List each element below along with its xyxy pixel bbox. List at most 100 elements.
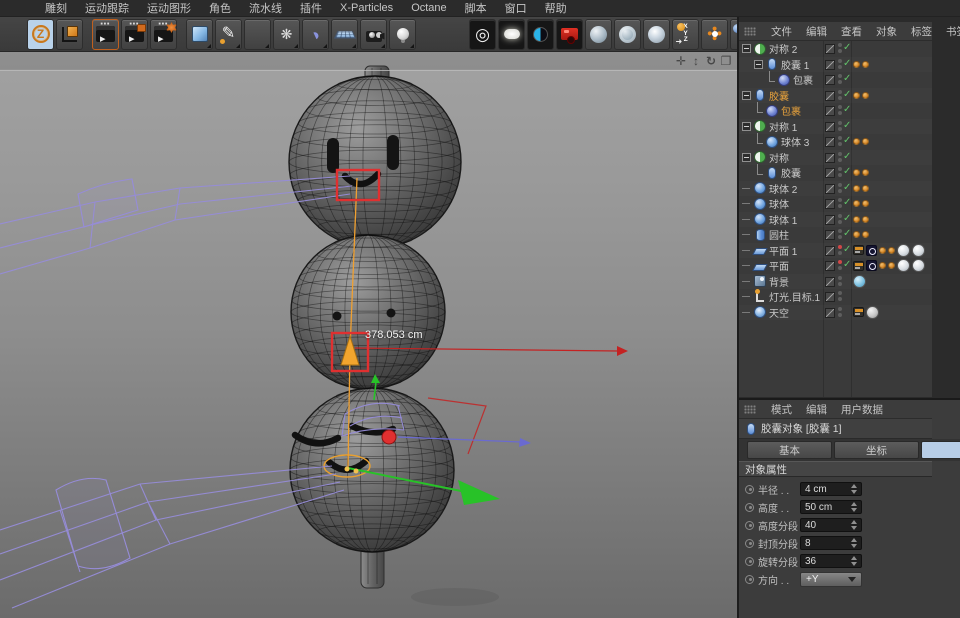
layer-color-square[interactable] [825,199,835,209]
phong-tag[interactable] [853,92,860,99]
keyframe-circle-icon[interactable] [745,503,754,512]
phong-tag[interactable] [862,61,869,68]
layer-color-square[interactable] [825,44,835,54]
expander-open[interactable] [754,60,763,69]
pan-icon[interactable]: ✛ [675,54,687,68]
layer-color-square[interactable] [825,168,835,178]
phong-tag[interactable] [862,231,869,238]
compositing-tag[interactable] [866,245,877,256]
tree-row-球体[interactable]: 球体✓ [739,196,932,212]
menu-item-雕刻[interactable]: 雕刻 [36,0,76,16]
visibility-dots[interactable] [838,214,842,226]
toolbar-axis-xyz-button[interactable]: X Y Z [672,19,699,50]
visibility-dots[interactable] [838,291,842,303]
expander-open[interactable] [742,122,751,131]
object-properties-header[interactable]: 对象属性 [739,461,932,477]
keyframe-circle-icon[interactable] [745,521,754,530]
layer-color-square[interactable] [825,277,835,287]
toolbar-light-button[interactable] [389,19,416,50]
enable-check[interactable]: ✓ [843,166,851,177]
stepper-arrows-icon[interactable] [850,520,857,530]
value-input[interactable]: 8 [800,536,862,550]
toolbar-render-view-button[interactable] [92,19,119,50]
enable-check[interactable]: ✓ [843,135,851,146]
enable-check[interactable]: ✓ [843,73,851,84]
enable-check[interactable]: ✓ [843,151,851,162]
visibility-dots[interactable] [838,59,842,71]
toolbar-material-sphere-1-button[interactable] [585,19,612,50]
am-menu-用户数据[interactable]: 用户数据 [834,402,890,417]
texture-tag[interactable] [853,261,864,271]
layer-color-square[interactable] [825,261,835,271]
keyframe-circle-icon[interactable] [745,557,754,566]
menu-item-脚本[interactable]: 脚本 [456,0,496,16]
material-tag[interactable] [912,244,925,257]
grip-icon[interactable] [744,27,756,36]
toolbar-floor-button[interactable] [331,19,358,50]
tree-row-对称 1[interactable]: 对称 1✓ [739,119,932,135]
visibility-dots[interactable] [838,307,842,319]
am-menu-编辑[interactable]: 编辑 [799,402,834,417]
menu-item-流水线[interactable]: 流水线 [240,0,291,16]
viewport-3d[interactable]: ✛↕↻❐ 378.053 cm [0,52,737,618]
om-menu-对象[interactable]: 对象 [869,24,904,39]
menu-item-Octane[interactable]: Octane [402,2,455,14]
layer-color-square[interactable] [825,153,835,163]
tree-row-球体 1[interactable]: 球体 1✓ [739,212,932,228]
layer-color-square[interactable] [825,308,835,318]
toolbar-material-sphere-3-button[interactable] [643,19,670,50]
keyframe-circle-icon[interactable] [745,539,754,548]
tab-对象[interactable]: 对象 [921,441,960,459]
visibility-dots[interactable] [838,260,842,272]
tree-row-平面[interactable]: 平面✓ [739,258,932,274]
visibility-dots[interactable] [838,245,842,257]
toolbar-coordinates-button[interactable]: ✣ [701,19,728,50]
visibility-dots[interactable] [838,276,842,288]
tree-row-圆柱[interactable]: 圆柱✓ [739,227,932,243]
phong-tag[interactable] [853,138,860,145]
menu-item-运动跟踪[interactable]: 运动跟踪 [76,0,138,16]
visibility-dots[interactable] [838,121,842,133]
visibility-dots[interactable] [838,136,842,148]
layer-color-square[interactable] [825,122,835,132]
compositing-tag[interactable] [866,260,877,271]
direction-dropdown[interactable]: +Y [800,572,862,587]
phong-tag[interactable] [862,216,869,223]
enable-check[interactable]: ✓ [843,259,851,270]
layer-color-square[interactable] [825,230,835,240]
visibility-dots[interactable] [838,105,842,117]
enable-check[interactable]: ✓ [843,197,851,208]
tree-row-球体 3[interactable]: 球体 3✓ [739,134,932,150]
texture-tag[interactable] [853,307,864,317]
stepper-arrows-icon[interactable] [850,538,857,548]
menu-item-角色[interactable]: 角色 [200,0,240,16]
am-menu-模式[interactable]: 模式 [764,402,799,417]
enable-check[interactable]: ✓ [843,89,851,100]
material-tag[interactable] [912,259,925,272]
phong-tag[interactable] [853,231,860,238]
enable-check[interactable]: ✓ [843,228,851,239]
maximize-icon[interactable]: ❐ [720,54,732,68]
tab-基本[interactable]: 基本 [747,441,832,459]
visibility-dots[interactable] [838,167,842,179]
phong-tag[interactable] [862,138,869,145]
dango-sphere-bottom[interactable] [290,388,454,552]
menu-item-X-Particles[interactable]: X-Particles [331,2,402,14]
phong-tag[interactable] [862,185,869,192]
phong-tag[interactable] [879,247,886,254]
layer-color-square[interactable] [825,106,835,116]
expander-open[interactable] [742,44,751,53]
toolbar-material-sphere-2-button[interactable] [614,19,641,50]
toolbar-primitive-cube-button[interactable] [186,19,213,50]
grip-icon[interactable] [744,405,756,414]
stepper-arrows-icon[interactable] [850,556,857,566]
material-blue-tag[interactable] [853,275,866,288]
tree-row-背景[interactable]: 背景 [739,274,932,290]
enable-check[interactable]: ✓ [843,182,851,193]
tree-row-球体 2[interactable]: 球体 2✓ [739,181,932,197]
expander-open[interactable] [742,91,751,100]
expander-open[interactable] [742,153,751,162]
tree-row-对称[interactable]: 对称✓ [739,150,932,166]
phong-tag[interactable] [888,247,895,254]
om-menu-文件[interactable]: 文件 [764,24,799,39]
